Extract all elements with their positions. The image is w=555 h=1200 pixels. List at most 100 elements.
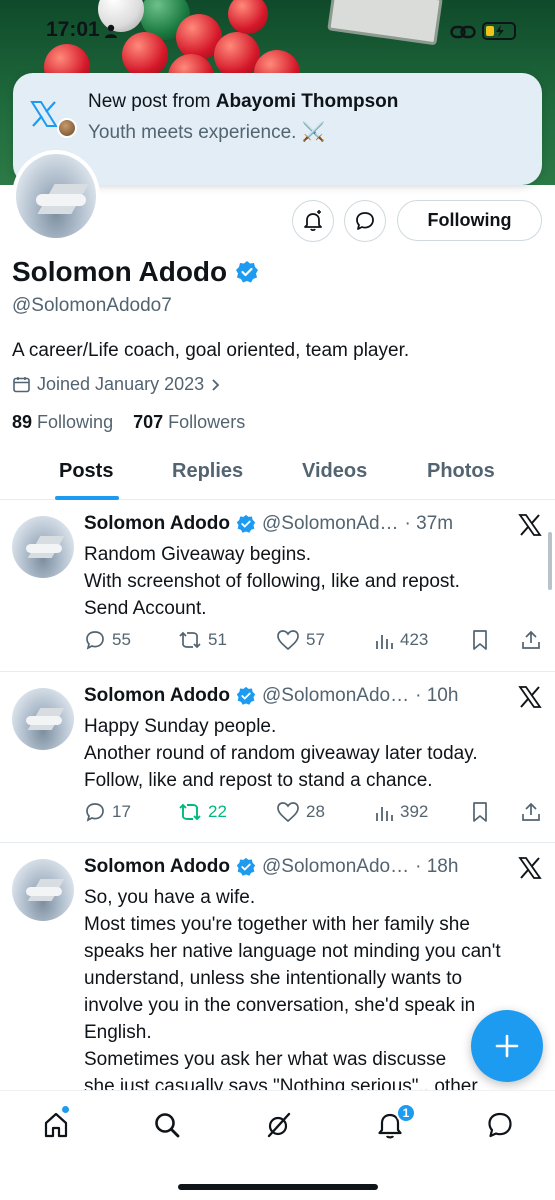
profile-name: Solomon Adodo xyxy=(12,256,259,288)
tab-replies[interactable]: Replies xyxy=(172,460,243,483)
post-actions: 17 22 28 392 xyxy=(84,801,544,827)
notification-prefix: New post from xyxy=(88,91,211,112)
compose-post-button[interactable] xyxy=(471,1010,543,1082)
joined-text: Joined January 2023 xyxy=(37,374,205,394)
followers-label: Followers xyxy=(168,412,246,432)
push-notification[interactable]: New post from Abayomi Thompson Youth mee… xyxy=(13,73,542,185)
share-button[interactable] xyxy=(520,629,542,651)
post-avatar[interactable] xyxy=(12,516,74,578)
followers-stat[interactable]: 707 Followers xyxy=(133,412,245,432)
bookmark-icon xyxy=(473,802,487,822)
tab-videos[interactable]: Videos xyxy=(302,460,367,483)
post-author-name[interactable]: Solomon Adodo xyxy=(84,685,230,707)
reply-button[interactable]: 55 xyxy=(84,629,131,651)
nav-grok[interactable] xyxy=(261,1107,297,1143)
following-stat[interactable]: 89 Following xyxy=(12,412,113,432)
bookmark-button[interactable] xyxy=(470,629,490,651)
nav-messages[interactable] xyxy=(482,1107,518,1143)
message-button[interactable] xyxy=(344,200,386,242)
post-line: With screenshot of following, like and r… xyxy=(84,571,460,592)
profile-tabs: Posts Replies Videos Photos xyxy=(0,450,555,500)
post-line: Happy Sunday people. xyxy=(84,716,277,737)
status-bar: 17:01 xyxy=(0,14,555,48)
post-line: she just casually says "Nothing serious"… xyxy=(84,1076,478,1090)
reply-button[interactable]: 17 xyxy=(84,801,131,823)
home-icon xyxy=(44,1112,68,1138)
post-line: So, you have a wife. xyxy=(84,887,256,908)
like-button[interactable]: 57 xyxy=(276,629,325,651)
verified-badge-icon xyxy=(236,514,256,533)
repost-count: 51 xyxy=(208,630,227,649)
heart-icon xyxy=(277,802,299,823)
profile-bio: A career/Life coach, goal oriented, team… xyxy=(12,340,410,361)
post-item[interactable]: Solomon Adodo @SolomonAd… · 37m Random G… xyxy=(0,500,555,672)
repost-button[interactable]: 22 xyxy=(178,801,227,823)
notification-title: New post from Abayomi Thompson xyxy=(88,91,398,113)
post-line: involve you in the conversation, she'd s… xyxy=(84,995,476,1016)
scrollbar[interactable] xyxy=(548,532,552,590)
post-line: Random Giveaway begins. xyxy=(84,544,312,565)
tab-photos[interactable]: Photos xyxy=(427,460,495,483)
post-text: Random Giveaway begins. With screenshot … xyxy=(84,541,544,622)
nav-search[interactable] xyxy=(149,1107,185,1143)
post-author-name[interactable]: Solomon Adodo xyxy=(84,513,230,535)
post-time: · 18h xyxy=(415,856,459,877)
status-time: 17:01 xyxy=(46,18,100,41)
home-indicator xyxy=(178,1184,378,1190)
post-author-handle: @SolomonAdo… xyxy=(262,685,410,706)
share-button[interactable] xyxy=(520,801,542,823)
post-header: Solomon Adodo @SolomonAdo… · 18h xyxy=(84,856,458,878)
analytics-icon xyxy=(376,807,393,821)
message-icon xyxy=(356,212,374,230)
profile-handle: @SolomonAdodo7 xyxy=(12,295,172,316)
notification-body: Youth meets experience. ⚔️ xyxy=(88,122,326,143)
views-button[interactable]: 423 xyxy=(374,629,428,651)
reply-icon xyxy=(86,631,104,650)
profile-avatar[interactable] xyxy=(12,150,100,242)
post-header: Solomon Adodo @SolomonAdo… · 10h xyxy=(84,685,458,707)
x-logo-icon xyxy=(518,857,542,879)
verified-badge-icon xyxy=(236,857,256,876)
like-button[interactable]: 28 xyxy=(276,801,325,823)
x-logo-icon xyxy=(518,514,542,536)
post-item[interactable]: Solomon Adodo @SolomonAdo… · 10h Happy S… xyxy=(0,672,555,843)
bookmark-icon xyxy=(473,630,487,650)
notifications-badge: 1 xyxy=(396,1103,416,1123)
search-icon xyxy=(155,1113,180,1138)
following-button[interactable]: Following xyxy=(397,200,542,241)
post-avatar[interactable] xyxy=(12,688,74,750)
heart-icon xyxy=(277,630,299,651)
profile-name-text: Solomon Adodo xyxy=(12,256,228,287)
share-icon xyxy=(522,802,540,821)
verified-badge-icon[interactable] xyxy=(235,260,259,284)
joined-date[interactable]: Joined January 2023 xyxy=(12,374,222,395)
battery-icon xyxy=(482,22,516,40)
verified-badge-icon xyxy=(236,686,256,705)
chevron-right-icon xyxy=(212,378,220,391)
following-count: 89 xyxy=(12,412,33,432)
post-text: Happy Sunday people. Another round of ra… xyxy=(84,713,544,794)
bookmark-button[interactable] xyxy=(470,801,490,823)
x-logo-icon xyxy=(30,101,58,127)
post-actions: 55 51 57 423 xyxy=(84,629,544,655)
reply-count: 55 xyxy=(112,630,131,649)
tab-posts[interactable]: Posts xyxy=(59,460,113,483)
post-line: Most times you're together with her fami… xyxy=(84,914,470,935)
post-time: · 10h xyxy=(415,685,459,706)
like-count: 57 xyxy=(306,630,325,649)
notify-bell-button[interactable] xyxy=(292,200,334,242)
grok-icon xyxy=(267,1112,291,1138)
analytics-icon xyxy=(376,635,393,649)
like-count: 28 xyxy=(306,802,325,821)
reply-icon xyxy=(86,803,104,822)
home-unread-dot xyxy=(61,1105,70,1114)
repost-button[interactable]: 51 xyxy=(178,629,227,651)
x-logo-icon xyxy=(518,686,542,708)
reply-count: 17 xyxy=(112,802,131,821)
message-icon xyxy=(488,1112,512,1138)
post-author-name[interactable]: Solomon Adodo xyxy=(84,856,230,878)
views-button[interactable]: 392 xyxy=(374,801,428,823)
post-avatar[interactable] xyxy=(12,859,74,921)
following-label: Following xyxy=(37,412,114,432)
post-author-handle: @SolomonAd… xyxy=(262,513,399,534)
